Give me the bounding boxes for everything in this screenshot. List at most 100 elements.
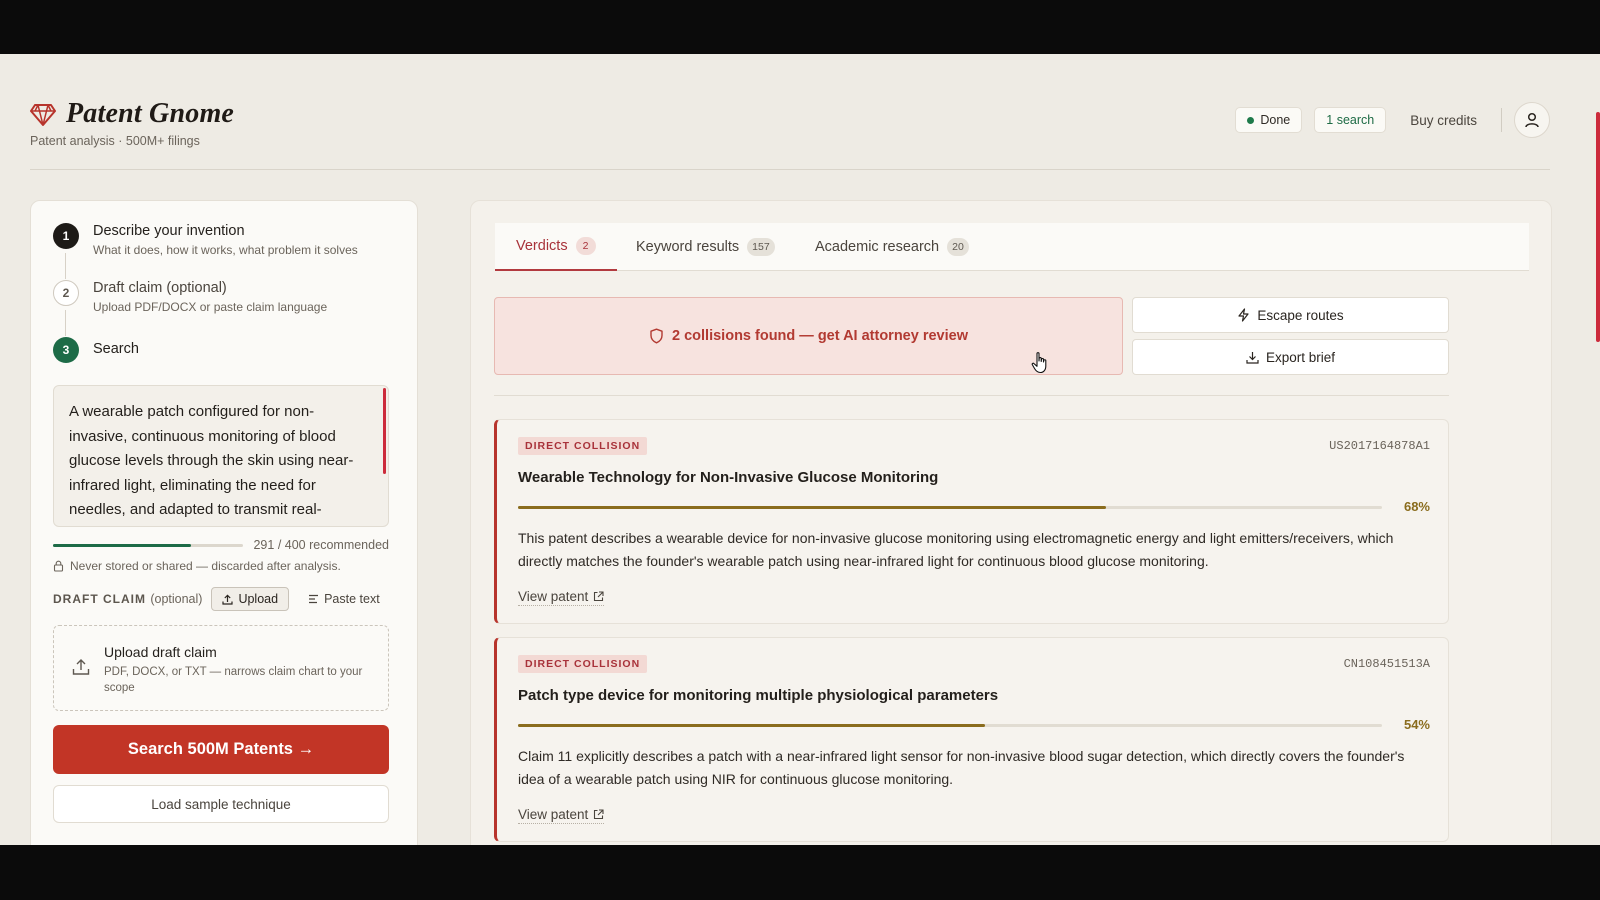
step-title: Search <box>93 341 139 357</box>
textarea-scrollbar[interactable] <box>383 388 386 474</box>
collision-badge: DIRECT COLLISION <box>518 437 648 455</box>
results-panel: Verdicts 2 Keyword results 157 Academic … <box>470 200 1552 845</box>
step-describe[interactable]: 1 Describe your invention What it does, … <box>53 223 358 257</box>
draft-claim-title: DRAFT CLAIM <box>53 592 146 606</box>
status-badge: Done <box>1235 107 1303 133</box>
verdict-card: DIRECT COLLISION CN108451513A Patch type… <box>494 637 1449 842</box>
text-lines-icon <box>309 594 319 604</box>
avatar-button[interactable] <box>1514 102 1550 138</box>
escape-routes-label: Escape routes <box>1257 307 1344 323</box>
search-patents-button[interactable]: Search 500M Patents → <box>53 725 389 774</box>
similarity-bar <box>518 724 1382 727</box>
header-actions: Done 1 search Buy credits <box>1235 102 1550 138</box>
tab-keyword-results[interactable]: Keyword results 157 <box>636 223 775 271</box>
similarity-bar-fill <box>518 506 1106 509</box>
draft-claim-optional: (optional) <box>150 592 203 606</box>
step-description: Upload PDF/DOCX or paste claim language <box>93 300 328 314</box>
attorney-review-banner[interactable]: 2 collisions found — get AI attorney rev… <box>494 297 1123 375</box>
status-label: Done <box>1260 113 1291 127</box>
export-brief-button[interactable]: Export brief <box>1132 339 1449 375</box>
upload-tab-label: Upload <box>238 592 279 606</box>
download-icon <box>1246 351 1259 364</box>
step-search[interactable]: 3 Search <box>53 337 139 363</box>
tab-label: Academic research <box>815 239 940 255</box>
similarity-bar <box>518 506 1382 509</box>
banner-text: 2 collisions found — get AI attorney rev… <box>672 328 968 344</box>
similarity-bar-fill <box>518 724 985 727</box>
tab-count-badge: 2 <box>575 237 596 255</box>
external-link-icon <box>594 809 604 820</box>
similarity-score: 54% <box>1403 717 1430 732</box>
view-patent-label: View patent <box>518 589 589 604</box>
search-count-label: 1 search <box>1326 113 1375 127</box>
step-title: Describe your invention <box>93 223 245 239</box>
user-icon <box>1525 112 1539 128</box>
view-patent-link[interactable]: View patent <box>518 589 605 606</box>
app-window: Patent Gnome Patent analysis · 500M+ fil… <box>0 54 1600 845</box>
character-progress-bar <box>53 543 243 547</box>
character-count: 291 / 400 recommended <box>53 537 389 553</box>
step-description: What it does, how it works, what problem… <box>93 243 358 257</box>
draft-claim-toolbar: DRAFT CLAIM (optional) Upload Paste text <box>53 587 390 611</box>
lock-icon <box>53 560 64 572</box>
section-divider <box>494 395 1449 396</box>
step-title: Draft claim (optional) <box>93 280 227 296</box>
collision-badge: DIRECT COLLISION <box>518 655 648 673</box>
paste-text-tab[interactable]: Paste text <box>298 587 390 611</box>
load-sample-button[interactable]: Load sample technique <box>53 785 389 823</box>
verdict-card: DIRECT COLLISION US2017164878A1 Wearable… <box>494 419 1449 624</box>
search-count-badge[interactable]: 1 search <box>1314 107 1387 133</box>
input-panel: 1 Describe your invention What it does, … <box>30 200 418 845</box>
verdict-description: This patent describes a wearable device … <box>518 530 1394 569</box>
view-patent-label: View patent <box>518 807 589 822</box>
step-number: 1 <box>53 223 79 249</box>
tab-count-badge: 20 <box>947 238 969 256</box>
patent-title: Patch type device for monitoring multipl… <box>518 687 999 704</box>
green-dot-icon <box>1247 116 1255 124</box>
results-tabs: Verdicts 2 Keyword results 157 Academic … <box>495 223 1529 271</box>
header-divider <box>1501 108 1502 132</box>
similarity-score: 68% <box>1403 499 1430 514</box>
lightning-icon <box>1238 308 1249 322</box>
shield-icon <box>650 328 663 344</box>
video-letterbox-top <box>0 0 1600 54</box>
external-link-icon <box>594 591 604 602</box>
dropzone-title: Upload draft claim <box>104 644 217 660</box>
buy-credits-link[interactable]: Buy credits <box>1398 113 1489 128</box>
brand-name: Patent Gnome <box>66 98 235 129</box>
patent-title: Wearable Technology for Non-Invasive Glu… <box>518 469 939 486</box>
upload-icon <box>222 593 234 605</box>
privacy-note: Never stored or shared — discarded after… <box>53 559 341 573</box>
escape-routes-button[interactable]: Escape routes <box>1132 297 1449 333</box>
invention-description-input[interactable]: A wearable patch configured for non-inva… <box>53 385 389 527</box>
patent-number: US2017164878A1 <box>1329 439 1430 453</box>
upload-tab[interactable]: Upload <box>211 587 290 611</box>
paste-text-label: Paste text <box>324 592 380 606</box>
upload-icon <box>72 659 90 675</box>
tab-label: Keyword results <box>636 239 740 255</box>
patent-number: CN108451513A <box>1343 657 1430 671</box>
view-patent-link[interactable]: View patent <box>518 807 605 824</box>
tab-academic-research[interactable]: Academic research 20 <box>815 223 969 271</box>
privacy-text: Never stored or shared — discarded after… <box>70 559 341 573</box>
diamond-gem-icon <box>30 104 56 126</box>
character-count-label: 291 / 400 recommended <box>253 538 389 552</box>
draft-claim-label: DRAFT CLAIM (optional) <box>53 592 202 606</box>
tab-count-badge: 157 <box>747 238 775 256</box>
page-scrollbar[interactable] <box>1596 112 1600 342</box>
step-draft-claim[interactable]: 2 Draft claim (optional) Upload PDF/DOCX… <box>53 280 327 314</box>
tab-label: Verdicts <box>516 238 568 254</box>
character-progress-fill <box>53 543 192 547</box>
video-letterbox-bottom <box>0 845 1600 900</box>
step-number: 2 <box>53 280 79 306</box>
verdict-description: Claim 11 explicitly describes a patch wi… <box>518 748 1405 787</box>
brand-subtitle: Patent analysis · 500M+ filings <box>30 134 200 148</box>
invention-text: A wearable patch configured for non-inva… <box>69 403 354 518</box>
draft-claim-dropzone[interactable]: Upload draft claim PDF, DOCX, or TXT — n… <box>53 625 389 711</box>
hand-pointer-cursor-icon <box>1031 352 1047 374</box>
brand[interactable]: Patent Gnome Patent analysis · 500M+ fil… <box>30 98 234 148</box>
top-header: Patent Gnome Patent analysis · 500M+ fil… <box>30 98 1550 170</box>
dropzone-description: PDF, DOCX, or TXT — narrows claim chart … <box>104 666 363 694</box>
tab-verdicts[interactable]: Verdicts 2 <box>495 223 617 271</box>
step-number: 3 <box>53 337 79 363</box>
